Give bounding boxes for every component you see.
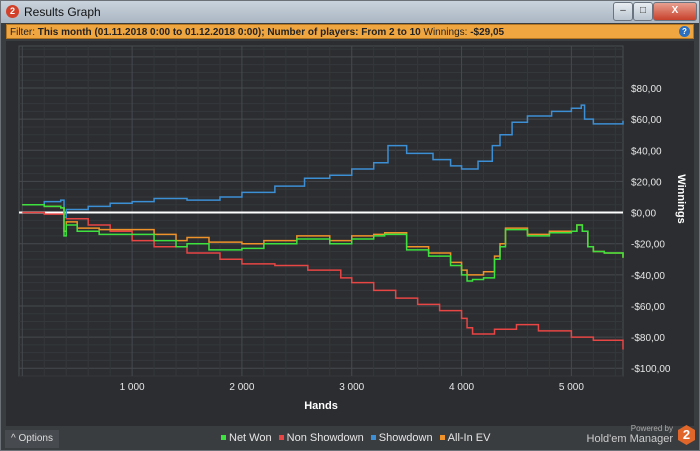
legend: Net Won Non Showdown Showdown All-In EV — [217, 432, 490, 444]
footer: ^ Options Net Won Non Showdown Showdown … — [1, 424, 699, 450]
app-logo-icon: 2 — [6, 5, 19, 18]
brand-name: Hold'em Manager — [586, 433, 673, 445]
legend-swatch-non-showdown — [278, 435, 284, 440]
y-tick-label: -$20,00 — [631, 240, 665, 251]
x-tick-label: 1 000 — [120, 382, 145, 393]
y-tick-label: -$100,00 — [631, 364, 671, 375]
results-graph-window: 2 Results Graph – □ X Filter: This month… — [0, 0, 700, 451]
x-axis-label: Hands — [304, 400, 338, 412]
x-tick-label: 4 000 — [449, 382, 474, 393]
options-label: Options — [18, 433, 53, 444]
results-chart: $80,00 $60,00 $40,00 $20,00 $0,00 -$20,00 -$40… — [6, 41, 694, 426]
legend-non-showdown[interactable]: Non Showdown — [287, 432, 364, 444]
powered-by: Powered by — [630, 424, 673, 433]
legend-net-won[interactable]: Net Won — [229, 432, 272, 444]
legend-all-in-ev[interactable]: All-In EV — [448, 432, 491, 444]
y-tick-label: -$40,00 — [631, 271, 665, 282]
y-tick-label: $80,00 — [631, 84, 662, 95]
close-button[interactable]: X — [653, 2, 697, 21]
y-tick-label: -$60,00 — [631, 302, 665, 313]
minimize-button[interactable]: – — [613, 2, 633, 21]
winnings-value: -$29,05 — [470, 27, 505, 38]
filter-label: Filter: — [10, 27, 35, 38]
x-tick-label: 2 000 — [229, 382, 254, 393]
y-tick-label: $0,00 — [631, 209, 656, 220]
x-tick-label: 3 000 — [339, 382, 364, 393]
legend-swatch-showdown — [370, 435, 376, 440]
chart-svg: $80,00 $60,00 $40,00 $20,00 $0,00 -$20,00 -$40… — [18, 45, 687, 412]
options-button[interactable]: ^ Options — [5, 430, 59, 448]
y-axis-label: Winnings — [675, 174, 687, 223]
y-tick-label: -$80,00 — [631, 333, 665, 344]
maximize-button[interactable]: □ — [633, 2, 653, 21]
hm2-logo-icon: 2 — [678, 425, 695, 445]
brand: Powered by Hold'em Manager — [587, 424, 673, 445]
chevron-up-icon: ^ — [11, 433, 16, 444]
y-tick-label: $40,00 — [631, 146, 662, 157]
legend-swatch-all-in-ev — [439, 435, 445, 440]
title-bar[interactable]: 2 Results Graph – □ X — [1, 1, 699, 23]
y-tick-label: $20,00 — [631, 177, 662, 188]
legend-swatch-net-won — [221, 435, 226, 440]
window-title: Results Graph — [24, 5, 101, 19]
y-tick-label: $60,00 — [631, 115, 662, 126]
winnings-label: Winnings: — [423, 27, 468, 38]
help-icon[interactable]: ? — [679, 26, 690, 37]
legend-showdown[interactable]: Showdown — [379, 432, 433, 444]
x-tick-label: 5 000 — [559, 382, 584, 393]
filter-bar: Filter: This month (01.11.2018 0:00 to 0… — [6, 24, 694, 39]
filter-text: This month (01.11.2018 0:00 to 01.12.201… — [37, 27, 421, 38]
